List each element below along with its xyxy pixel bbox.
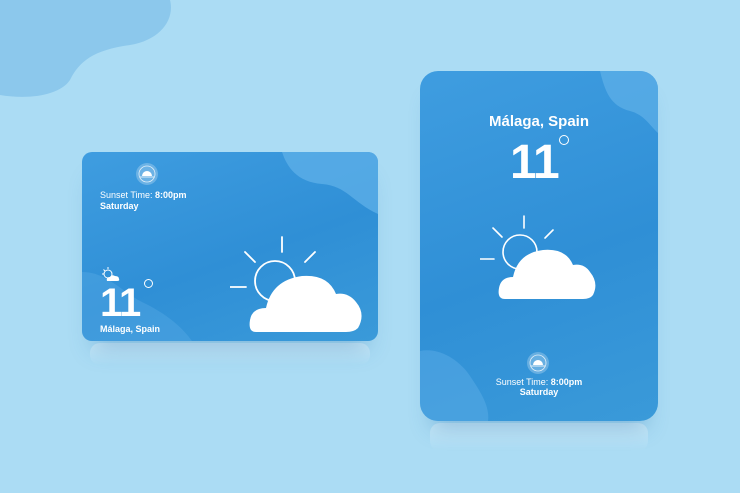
temperature-value: 11 (510, 136, 560, 189)
partly-cloudy-icon-small (102, 267, 120, 281)
sunset-time-value: 8:00pm (155, 190, 187, 200)
sunset-time-value: 8:00pm (550, 377, 583, 387)
sunset-icon (527, 352, 549, 374)
partly-cloudy-icon (480, 215, 596, 299)
sunset-label: Sunset Time: (100, 190, 153, 200)
city-name: Málaga, Spain (100, 324, 161, 334)
city-name: Málaga, Spain (488, 113, 590, 130)
background-blob (0, 0, 171, 97)
degree-symbol (144, 279, 153, 288)
day-label: Saturday (519, 387, 559, 397)
sunset-time-text: Sunset Time: 8:00pm (100, 190, 187, 200)
degree-symbol (559, 135, 569, 145)
temperature-value: 11 (100, 281, 141, 325)
card-reflection (430, 423, 648, 451)
sunset-time-text: Sunset Time: 8:00pm (420, 377, 658, 387)
day-label: Saturday (100, 201, 139, 211)
weather-card-vertical[interactable]: Málaga, Spain 11 Sunset Time: 8:00pm Sat… (420, 71, 658, 421)
partly-cloudy-icon (230, 236, 362, 332)
sunset-icon (136, 163, 158, 185)
weather-card-horizontal[interactable]: Sunset Time: 8:00pm Saturday 11 Málaga, … (82, 152, 378, 341)
sunset-label: Sunset Time: (495, 377, 549, 387)
card-reflection (90, 343, 370, 365)
